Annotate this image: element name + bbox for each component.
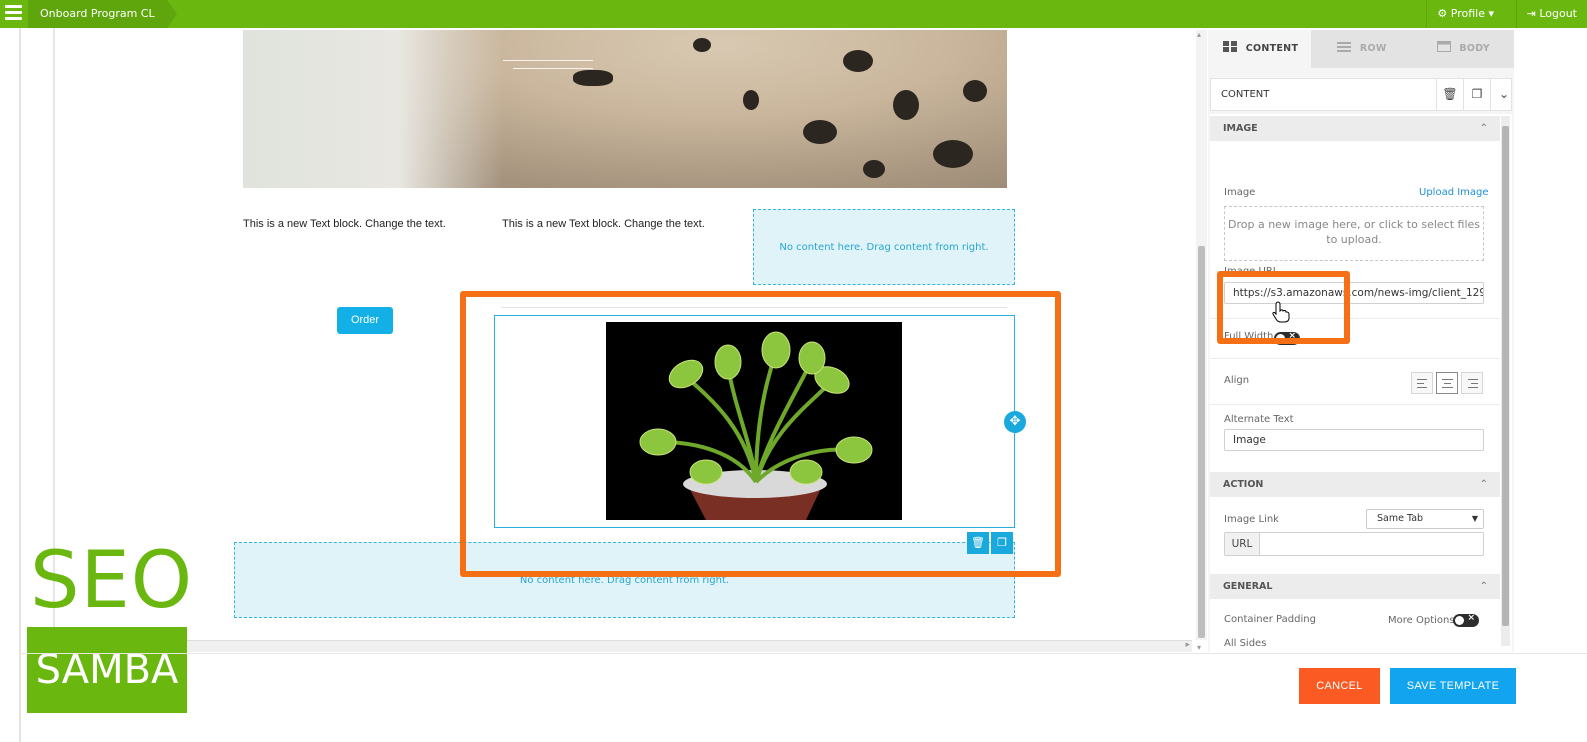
scroll-down-icon[interactable]: ▾ [1197,643,1201,652]
image-label: Image [1224,187,1256,198]
logout-icon: ⇥ [1526,7,1536,20]
section-title: GENERAL [1223,581,1273,592]
section-header-image[interactable]: IMAGE ⌃ [1210,116,1500,141]
align-center-button[interactable] [1436,372,1458,394]
caret-down-icon: ▾ [1488,7,1494,20]
panel-tabs: CONTENT ROW BODY [1210,30,1514,68]
scroll-thumb[interactable] [1502,126,1509,626]
logout-label: Logout [1539,7,1577,20]
horizontal-scrollbar[interactable]: ▸ [182,640,1192,652]
chevron-up-icon: ⌃ [1479,123,1488,134]
leopard-image[interactable] [243,30,1007,188]
scroll-right-icon[interactable]: ▸ [1185,640,1190,650]
panel-scrollbar[interactable] [1501,116,1510,646]
body-icon [1436,41,1451,52]
container-padding-label: Container Padding [1224,614,1316,625]
chevron-up-icon: ⌃ [1479,479,1488,490]
select-value: Same Tab [1377,513,1424,524]
top-bar: Onboard Program CL ⚙ Profile ▾ ⇥ Logout [0,0,1587,28]
section-title: IMAGE [1223,123,1258,134]
content-header: CONTENT 🗑 ❐ ⌄ [1210,78,1512,111]
align-left-button[interactable] [1411,372,1433,394]
caret-down-icon: ▼ [1471,514,1478,523]
save-template-button[interactable]: SAVE TEMPLATE [1390,668,1516,704]
copy-icon[interactable]: ❐ [1463,79,1490,110]
cancel-button[interactable]: CANCEL [1299,668,1380,704]
tab-label: ROW [1359,43,1387,54]
trash-icon[interactable]: 🗑 [1436,79,1463,110]
logout-button[interactable]: ⇥ Logout [1515,0,1587,28]
grid-icon [1223,41,1238,52]
section-header-action[interactable]: ACTION ⌃ [1210,472,1500,497]
close-icon: × [1467,613,1475,623]
image-link-label: Image Link [1224,514,1279,525]
more-options-label: More Options [1388,615,1455,626]
watermark-samba: SAMBA [27,627,187,713]
url-addon: URL [1225,533,1260,555]
text-block[interactable]: This is a new Text block. Change the tex… [502,218,705,230]
scroll-thumb[interactable] [1198,246,1205,638]
chevron-down-icon[interactable]: ⌄ [1490,79,1517,110]
alt-text-input[interactable]: Image [1224,429,1484,451]
panel-scroll-area: IMAGE ⌃ Image Upload Image Drop a new im… [1210,114,1512,652]
align-right-button[interactable] [1461,372,1483,394]
menu-icon[interactable] [5,5,22,22]
link-target-select[interactable]: Same Tab ▼ [1366,509,1484,529]
drop-text: Drop a new image here, or click to selec… [1228,218,1480,246]
tab-content[interactable]: CONTENT [1210,30,1312,68]
rows-icon [1337,42,1352,52]
tab-label: CONTENT [1245,43,1299,54]
highlight-box [460,291,1061,577]
breadcrumb[interactable]: Onboard Program CL [28,0,177,28]
tab-row[interactable]: ROW [1311,30,1413,68]
all-sides-label: All Sides [1224,638,1267,649]
image-drop-area[interactable]: Drop a new image here, or click to selec… [1224,206,1484,261]
section-title: ACTION [1223,479,1264,490]
more-options-toggle[interactable]: × [1453,613,1479,627]
link-url-field[interactable]: URL [1224,532,1484,556]
watermark-seo: SEO [30,536,194,626]
tab-body[interactable]: BODY [1412,30,1514,68]
order-button[interactable]: Order [337,307,393,334]
gear-icon: ⚙ [1437,7,1448,20]
align-label: Align [1224,375,1250,386]
canvas-scrollbar[interactable]: ▴ ▾ [1196,30,1207,652]
upload-image-link[interactable]: Upload Image [1419,187,1489,198]
dropzone-text: No content here. Drag content from right… [779,242,989,253]
chevron-up-icon: ⌃ [1479,581,1488,592]
content-header-label: CONTENT [1221,89,1270,100]
dropzone[interactable]: No content here. Drag content from right… [753,209,1015,285]
scroll-up-icon[interactable]: ▴ [1197,30,1201,39]
profile-label: Profile [1450,7,1485,20]
text-block[interactable]: This is a new Text block. Change the tex… [243,218,446,230]
profile-menu[interactable]: ⚙ Profile ▾ [1426,0,1504,28]
tab-label: BODY [1459,43,1490,54]
hand-cursor-icon [1272,301,1290,323]
section-header-general[interactable]: GENERAL ⌃ [1210,574,1500,599]
alt-text-label: Alternate Text [1224,414,1294,425]
